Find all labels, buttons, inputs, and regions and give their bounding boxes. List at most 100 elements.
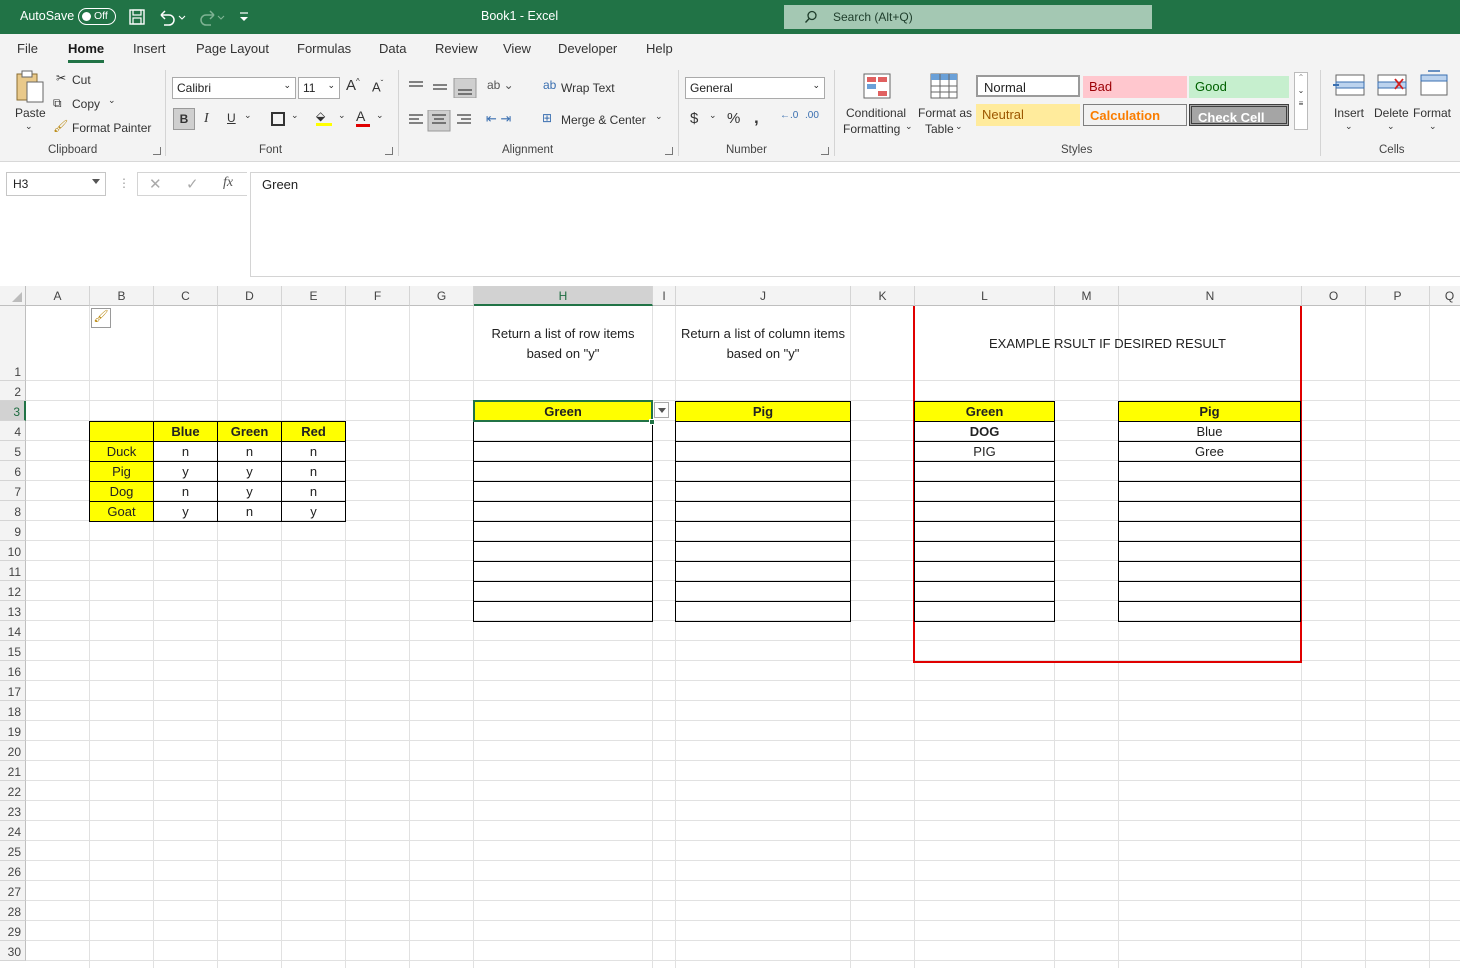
source-row-label[interactable]: Pig [89, 461, 154, 482]
font-name-dropdown[interactable]: Calibri ⌄ [172, 77, 296, 99]
row-header-4[interactable]: 4 [0, 421, 26, 441]
clipboard-launcher-icon[interactable] [153, 147, 161, 155]
row-header-7[interactable]: 7 [0, 481, 26, 501]
chevron-down-icon[interactable]: ⌄ [1429, 121, 1437, 132]
underline-icon[interactable]: U [227, 111, 236, 125]
row-header-6[interactable]: 6 [0, 461, 26, 481]
result-cell-j[interactable] [675, 541, 851, 562]
result-cell-h[interactable] [473, 521, 653, 542]
currency-icon[interactable]: $ [690, 110, 698, 127]
decrease-font-icon[interactable]: Aˇ [372, 79, 383, 94]
worksheet-grid[interactable]: ABCDEFGHIJKLMNOPQ 1 2 3 4 5 6 7 8 9 10 11 12 13 14 15 1… [0, 286, 1460, 968]
percent-icon[interactable]: % [727, 110, 740, 127]
result-cell-h[interactable] [473, 581, 653, 602]
column-header-k[interactable]: K [851, 286, 915, 306]
paste-icon[interactable] [14, 70, 46, 106]
chevron-down-icon[interactable]: ⌄ [338, 110, 346, 121]
example-cell-l[interactable] [914, 581, 1055, 602]
chevron-down-icon[interactable]: ⌄ [655, 111, 663, 122]
row-header-19[interactable]: 19 [0, 721, 26, 741]
source-header-cell[interactable]: Blue [153, 421, 218, 442]
increase-decimal-icon[interactable]: ←.0 [780, 110, 798, 121]
row-header-28[interactable]: 28 [0, 901, 26, 921]
column-header-c[interactable]: C [154, 286, 218, 306]
row-header-13[interactable]: 13 [0, 601, 26, 621]
insert-label[interactable]: Insert [1334, 106, 1364, 120]
cut-icon[interactable]: ✂ [56, 71, 66, 85]
chevron-down-icon[interactable]: ⌄ [376, 110, 384, 121]
row-header-29[interactable]: 29 [0, 921, 26, 941]
paste-chevron-icon[interactable]: ⌄ [25, 121, 33, 132]
autosave-toggle[interactable]: Off [78, 8, 116, 25]
tab-file[interactable]: File [17, 41, 38, 56]
number-format-dropdown[interactable]: General ⌄ [685, 77, 825, 99]
source-row-label[interactable]: Duck [89, 441, 154, 462]
cancel-icon[interactable]: ✕ [149, 175, 162, 193]
tab-home[interactable]: Home [68, 41, 105, 63]
source-value-cell[interactable]: y [153, 501, 218, 522]
italic-icon[interactable]: I [204, 111, 209, 127]
row-header-27[interactable]: 27 [0, 881, 26, 901]
result-cell-h[interactable] [473, 481, 653, 502]
style-check-cell[interactable]: Check Cell [1189, 104, 1289, 126]
column-header-o[interactable]: O [1302, 286, 1366, 306]
format-cells-icon[interactable] [1418, 69, 1450, 99]
alignment-launcher-icon[interactable] [665, 147, 673, 155]
result-cell-j[interactable] [675, 481, 851, 502]
example-cell-n[interactable] [1118, 601, 1301, 622]
source-value-cell[interactable]: y [217, 461, 282, 482]
search-box[interactable]: Search (Alt+Q) [784, 5, 1152, 29]
row-header-1[interactable]: 1 [0, 306, 26, 381]
row-header-8[interactable]: 8 [0, 501, 26, 521]
conditional-formatting-label-2[interactable]: Formatting [843, 122, 900, 136]
vertical-align-icons[interactable] [406, 78, 478, 98]
row-header-11[interactable]: 11 [0, 561, 26, 581]
chevron-down-icon[interactable]: ⌄ [955, 121, 963, 132]
chevron-down-icon[interactable]: ⌄ [1345, 121, 1353, 132]
result-cell-j[interactable] [675, 461, 851, 482]
fill-handle[interactable] [649, 419, 655, 425]
example-l-item[interactable]: DOG [915, 422, 1054, 442]
result-cell-h[interactable] [473, 561, 653, 582]
example-cell-n[interactable] [1118, 481, 1301, 502]
result-cell-h[interactable] [473, 461, 653, 482]
source-value-cell[interactable]: n [281, 441, 346, 462]
delete-label[interactable]: Delete [1374, 106, 1409, 120]
tab-insert[interactable]: Insert [133, 41, 166, 56]
undo-icon[interactable] [157, 8, 187, 26]
comma-style-icon[interactable]: , [754, 108, 759, 128]
insert-cells-icon[interactable] [1333, 72, 1367, 100]
column-header-i[interactable]: I [653, 286, 676, 306]
chevron-down-icon[interactable]: ⌄ [291, 110, 299, 121]
chevron-down-icon[interactable]: ⌄ [1387, 121, 1395, 132]
example-cell-n[interactable] [1118, 521, 1301, 542]
row-header-10[interactable]: 10 [0, 541, 26, 561]
example-title[interactable]: EXAMPLE RSULT IF DESIRED RESULT [915, 334, 1300, 354]
source-value-cell[interactable]: n [153, 441, 218, 462]
source-value-cell[interactable]: n [217, 501, 282, 522]
example-n-item[interactable]: Blue [1119, 422, 1300, 442]
tab-help[interactable]: Help [646, 41, 673, 56]
merge-center-label[interactable]: Merge & Center [561, 113, 646, 127]
format-as-table-icon[interactable] [929, 72, 961, 102]
format-label[interactable]: Format [1413, 106, 1451, 120]
row-header-2[interactable]: 2 [0, 381, 26, 401]
example-cell-l[interactable] [914, 501, 1055, 522]
dropdown-arrow-icon[interactable] [654, 402, 669, 418]
column-header-m[interactable]: M [1055, 286, 1119, 306]
example-cell-n[interactable] [1118, 541, 1301, 562]
delete-cells-icon[interactable] [1375, 72, 1409, 100]
row-header-26[interactable]: 26 [0, 861, 26, 881]
row-header-14[interactable]: 14 [0, 621, 26, 641]
font-color-icon[interactable]: A [356, 108, 370, 127]
source-value-cell[interactable]: n [217, 441, 282, 462]
column-header-l[interactable]: L [915, 286, 1055, 306]
row-header-9[interactable]: 9 [0, 521, 26, 541]
merge-center-icon[interactable]: ⊞ [542, 111, 552, 125]
format-painter-icon[interactable]: 🖌 [53, 119, 68, 133]
result-cell-h[interactable] [473, 421, 653, 442]
row-header-20[interactable]: 20 [0, 741, 26, 761]
column-header-q[interactable]: Q [1430, 286, 1460, 306]
result-cell-j[interactable] [675, 421, 851, 442]
column-header-e[interactable]: E [282, 286, 346, 306]
